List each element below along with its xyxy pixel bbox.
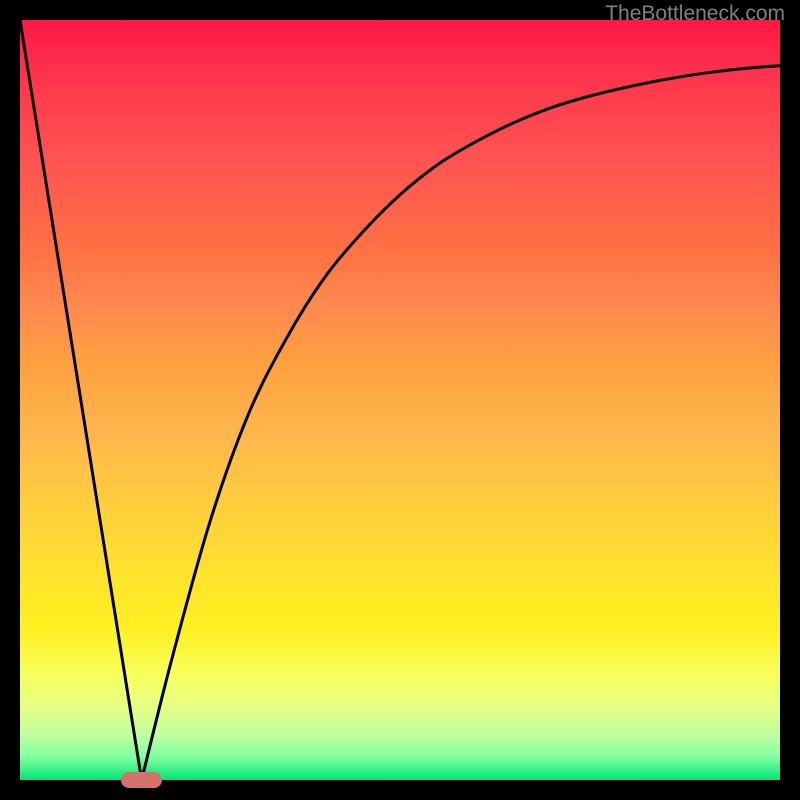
right-ascending-curve <box>142 66 780 780</box>
left-descending-line <box>20 20 142 780</box>
bottleneck-marker <box>121 772 163 789</box>
watermark-text: TheBottleneck.com <box>605 2 785 26</box>
chart-container: TheBottleneck.com <box>0 0 800 800</box>
chart-curves <box>20 20 780 780</box>
